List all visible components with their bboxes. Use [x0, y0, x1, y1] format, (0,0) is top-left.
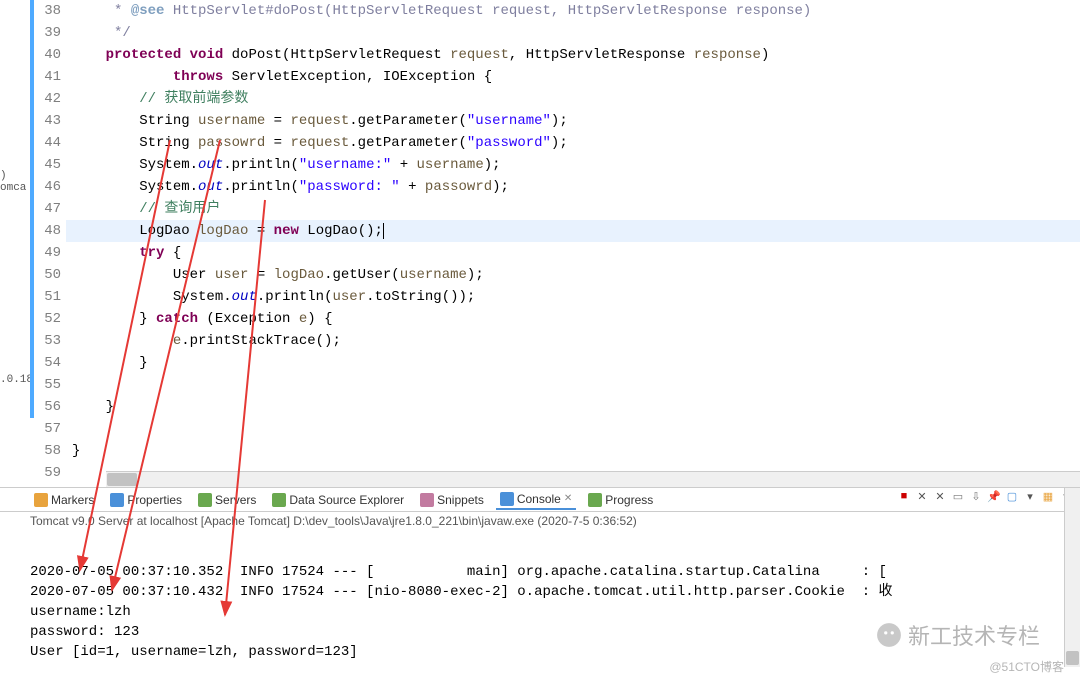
display-icon[interactable]: ▢ [1004, 490, 1020, 506]
vertical-scrollbar[interactable] [1064, 530, 1080, 667]
line-number: 59 [30, 462, 61, 484]
code-line[interactable]: protected void doPost(HttpServletRequest… [66, 44, 1080, 66]
line-number: 52 [30, 308, 61, 330]
line-number: 42 [30, 88, 61, 110]
watermark-wechat: 新工技术专栏 [876, 619, 1040, 651]
bottom-pane: Markers Properties Servers Data Source Expl… [0, 487, 1080, 687]
tab-icon [272, 493, 286, 507]
code-line[interactable]: * @see HttpServlet#doPost(HttpServletReq… [66, 0, 1080, 22]
line-number: 43 [30, 110, 61, 132]
close-icon[interactable]: ✕ [564, 493, 572, 504]
line-number: 58 [30, 440, 61, 462]
open-console-icon[interactable]: ▦ [1040, 490, 1056, 506]
editor-pane: ) omca .0.18 383940414243444546474849505… [0, 0, 1080, 487]
tab-label: Snippets [437, 493, 484, 507]
console-header: Tomcat v9.0 Server at localhost [Apache … [0, 512, 1080, 530]
console-toolbar: ■ ✕ ✕ ▭ ⇩ 📌 ▢ ▾ ▦ ▾ [896, 490, 1074, 506]
remove-all-icon[interactable]: ✕ [914, 490, 930, 506]
code-line[interactable]: } catch (Exception e) { [66, 308, 1080, 330]
code-line[interactable]: e.printStackTrace(); [66, 330, 1080, 352]
code-line[interactable]: // 获取前端参数 [66, 88, 1080, 110]
code-line[interactable]: throws ServletException, IOException { [66, 66, 1080, 88]
line-number: 54 [30, 352, 61, 374]
dropdown-icon[interactable]: ▾ [1022, 490, 1038, 506]
tab-icon [110, 493, 124, 507]
line-number: 48 [30, 220, 61, 242]
line-number: 46 [30, 176, 61, 198]
scroll-lock-icon[interactable]: ⇩ [968, 490, 984, 506]
line-number: 55 [30, 374, 61, 396]
tab-icon [420, 493, 434, 507]
stub-text: omca [0, 182, 30, 194]
code-line[interactable]: System.out.println("password: " + passow… [66, 176, 1080, 198]
horizontal-scrollbar[interactable] [106, 471, 1080, 487]
line-number-gutter[interactable]: 3839404142434445464748495051525354555657… [30, 0, 66, 487]
tab-label: Servers [215, 493, 256, 507]
terminate-icon[interactable]: ■ [896, 490, 912, 506]
line-number: 56 [30, 396, 61, 418]
tab-markers[interactable]: Markers [30, 491, 98, 509]
line-number: 40 [30, 44, 61, 66]
watermark-text: 新工技术专栏 [908, 619, 1040, 651]
stub-text: ) [0, 170, 30, 182]
scrollbar-thumb[interactable] [107, 473, 137, 486]
line-number: 51 [30, 286, 61, 308]
tab-icon [198, 493, 212, 507]
tab-icon [500, 492, 514, 506]
tab-label: Markers [51, 493, 94, 507]
code-line[interactable]: LogDao logDao = new LogDao(); [66, 220, 1080, 242]
remove-launch-icon[interactable]: ✕ [932, 490, 948, 506]
line-number: 50 [30, 264, 61, 286]
tab-label: Progress [605, 493, 653, 507]
code-line[interactable]: // 查询用户 [66, 198, 1080, 220]
tab-icon [588, 493, 602, 507]
tab-label: Data Source Explorer [289, 493, 404, 507]
console-output[interactable]: 2020-07-05 00:37:10.352 INFO 17524 --- [… [0, 530, 1080, 687]
tab-label: Console [517, 492, 561, 506]
console-line: 2020-07-05 00:37:10.352 INFO 17524 --- [… [30, 562, 1050, 582]
line-number: 53 [30, 330, 61, 352]
line-number: 57 [30, 418, 61, 440]
watermark-51cto: @51CTO博客 [989, 658, 1064, 675]
code-line[interactable]: } [66, 396, 1080, 418]
code-line[interactable]: } [66, 352, 1080, 374]
tab-servers[interactable]: Servers [194, 491, 260, 509]
stub-text: .0.18 [0, 374, 30, 386]
code-line[interactable]: System.out.println(user.toString()); [66, 286, 1080, 308]
view-tabs: Markers Properties Servers Data Source Expl… [0, 488, 1080, 512]
line-number: 49 [30, 242, 61, 264]
tab-snippets[interactable]: Snippets [416, 491, 488, 509]
line-number: 45 [30, 154, 61, 176]
code-line[interactable]: } [66, 440, 1080, 462]
code-line[interactable]: System.out.println("username:" + usernam… [66, 154, 1080, 176]
pin-icon[interactable]: 📌 [986, 490, 1002, 506]
line-number: 47 [30, 198, 61, 220]
code-line[interactable] [66, 374, 1080, 396]
line-number: 39 [30, 22, 61, 44]
code-line[interactable]: try { [66, 242, 1080, 264]
scrollbar-thumb[interactable] [1066, 651, 1079, 665]
line-number: 38 [30, 0, 61, 22]
code-line[interactable]: String username = request.getParameter("… [66, 110, 1080, 132]
tab-console[interactable]: Console✕ [496, 490, 576, 510]
code-line[interactable] [66, 418, 1080, 440]
clear-icon[interactable]: ▭ [950, 490, 966, 506]
console-line: 2020-07-05 00:37:10.432 INFO 17524 --- [… [30, 582, 1050, 602]
tab-data-source-explorer[interactable]: Data Source Explorer [268, 491, 408, 509]
left-sidebar-stub: ) omca .0.18 [0, 0, 30, 487]
tab-label: Properties [127, 493, 182, 507]
wechat-icon [876, 622, 902, 648]
tab-properties[interactable]: Properties [106, 491, 186, 509]
code-area[interactable]: * @see HttpServlet#doPost(HttpServletReq… [66, 0, 1080, 487]
line-number: 41 [30, 66, 61, 88]
code-line[interactable]: User user = logDao.getUser(username); [66, 264, 1080, 286]
tab-icon [34, 493, 48, 507]
tab-progress[interactable]: Progress [584, 491, 657, 509]
code-line[interactable]: String passowrd = request.getParameter("… [66, 132, 1080, 154]
line-number: 44 [30, 132, 61, 154]
code-line[interactable]: */ [66, 22, 1080, 44]
